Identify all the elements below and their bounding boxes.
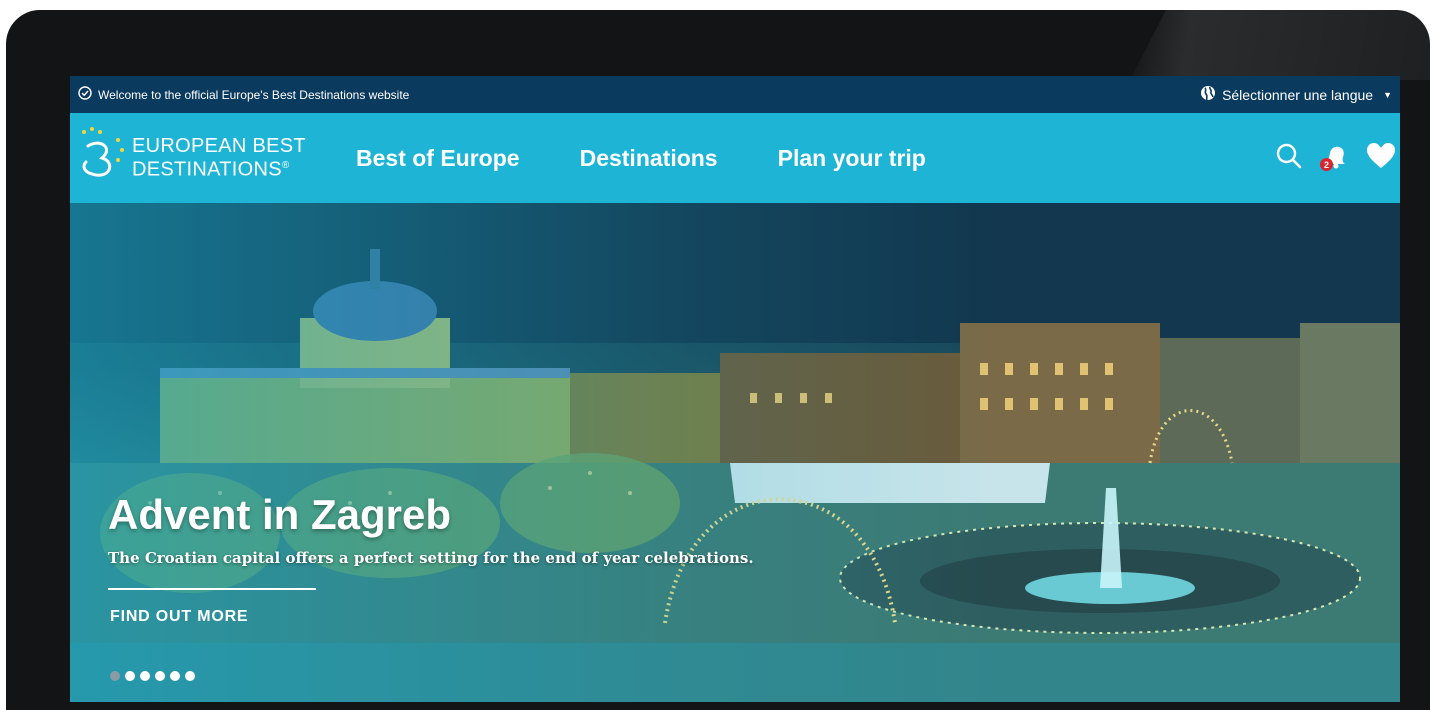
chevron-down-icon: ▼ (1383, 89, 1392, 100)
main-navigation: European Best Destinations® Best of Euro… (70, 113, 1400, 203)
slider-dot-2[interactable] (125, 671, 135, 681)
welcome-message: Welcome to the official Europe's Best De… (78, 86, 409, 103)
slider-dot-3[interactable] (140, 671, 150, 681)
logo-line-2: Destinations (132, 158, 282, 181)
logo-line-1: European Best (132, 135, 306, 158)
menu-plan-your-trip[interactable]: Plan your trip (778, 145, 926, 172)
main-menu: Best of Europe Destinations Plan your tr… (356, 145, 926, 172)
logo-text: European Best Destinations® (132, 136, 306, 180)
site-logo[interactable]: European Best Destinations® (78, 126, 348, 191)
slider-dot-4[interactable] (155, 671, 165, 681)
logo-swirl-icon (78, 126, 126, 191)
search-icon (1275, 142, 1303, 175)
hero-subtitle: The Croatian capital offers a perfect se… (108, 549, 754, 567)
globe-icon (1200, 85, 1216, 104)
hero-slider: Advent in Zagreb The Croatian capital of… (70, 203, 1400, 702)
favorites-button[interactable] (1366, 142, 1396, 175)
heart-icon (1366, 142, 1396, 175)
hero-tint-overlay (70, 203, 1400, 702)
slider-dots (110, 671, 195, 681)
find-out-more-link[interactable]: FIND OUT MORE (110, 608, 248, 626)
monitor-bezel: Welcome to the official Europe's Best De… (6, 10, 1430, 710)
nav-actions: 2 (1274, 113, 1396, 203)
check-circle-icon (78, 86, 92, 103)
search-button[interactable] (1274, 143, 1304, 173)
hero-divider (108, 588, 316, 590)
menu-destinations[interactable]: Destinations (580, 145, 718, 172)
language-selector[interactable]: Sélectionner une langue ▼ (1200, 85, 1392, 104)
screen-glare (1130, 10, 1430, 80)
slider-dot-1[interactable] (110, 671, 120, 681)
registered-mark: ® (281, 160, 290, 172)
hero-title: Advent in Zagreb (108, 491, 452, 538)
welcome-bar: Welcome to the official Europe's Best De… (70, 76, 1400, 113)
slider-dot-6[interactable] (185, 671, 195, 681)
notifications-button[interactable]: 2 (1320, 143, 1350, 173)
slider-dot-5[interactable] (170, 671, 180, 681)
browser-screen: Welcome to the official Europe's Best De… (70, 76, 1400, 702)
language-label: Sélectionner une langue (1222, 86, 1374, 103)
menu-best-of-europe[interactable]: Best of Europe (356, 145, 520, 172)
welcome-text: Welcome to the official Europe's Best De… (98, 87, 410, 102)
notification-badge: 2 (1320, 158, 1333, 171)
